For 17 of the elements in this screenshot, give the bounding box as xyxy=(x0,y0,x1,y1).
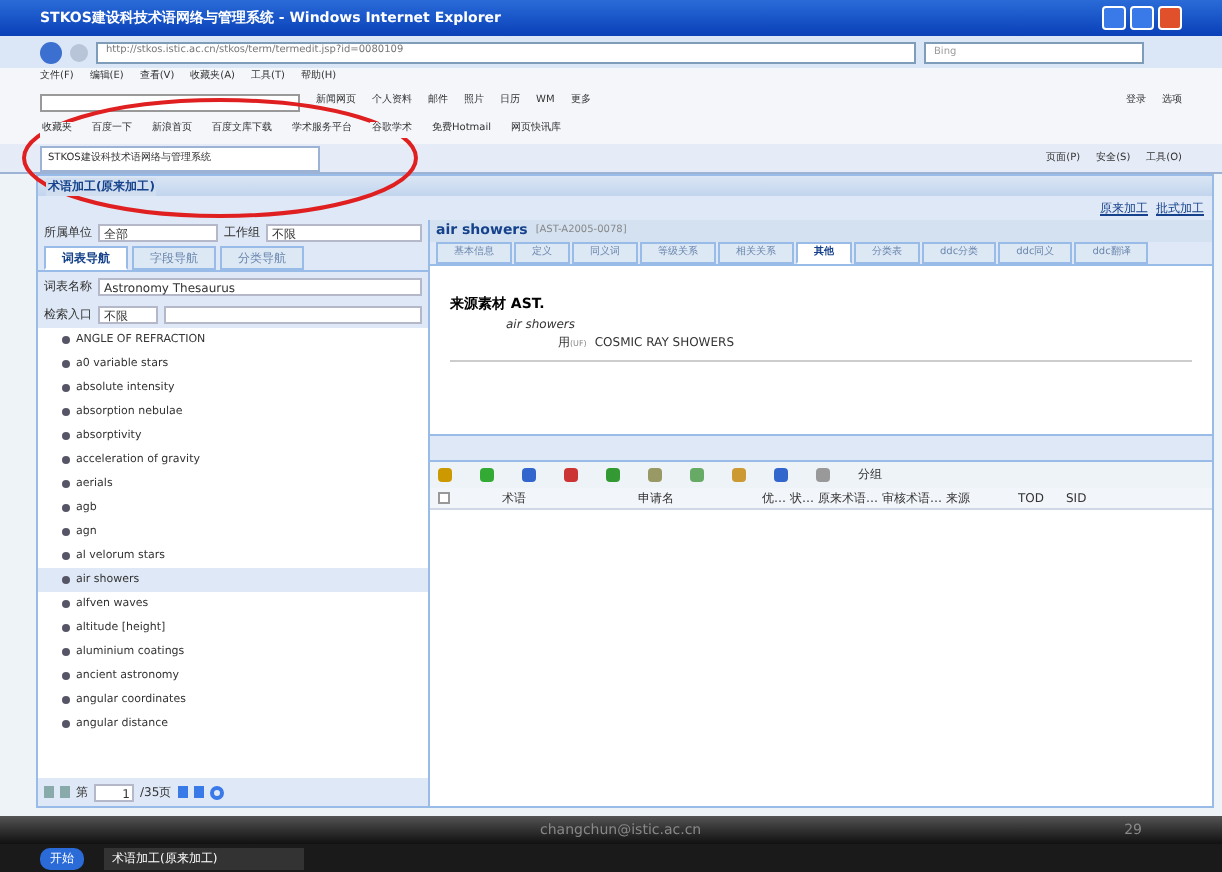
toolbar-icon[interactable] xyxy=(606,468,620,482)
refresh-icon[interactable] xyxy=(209,785,224,799)
term-search-field[interactable] xyxy=(164,306,422,324)
toolbar-icon[interactable] xyxy=(774,468,788,482)
toolbar-icon[interactable] xyxy=(732,468,746,482)
maximize-button[interactable] xyxy=(1130,6,1154,30)
toolbar-icon[interactable] xyxy=(480,468,494,482)
back-button[interactable] xyxy=(40,41,62,63)
toolbar-icon[interactable] xyxy=(690,468,704,482)
toolbar-icon[interactable] xyxy=(564,468,578,482)
close-button[interactable] xyxy=(1158,6,1182,30)
minimize-button[interactable] xyxy=(1102,6,1126,30)
toolbar-icon[interactable] xyxy=(522,468,536,482)
toolbar-icon[interactable] xyxy=(816,468,830,482)
toolbar-icon[interactable] xyxy=(438,468,452,482)
select-all-checkbox[interactable] xyxy=(438,492,450,504)
toolbar-icon[interactable] xyxy=(648,468,662,482)
